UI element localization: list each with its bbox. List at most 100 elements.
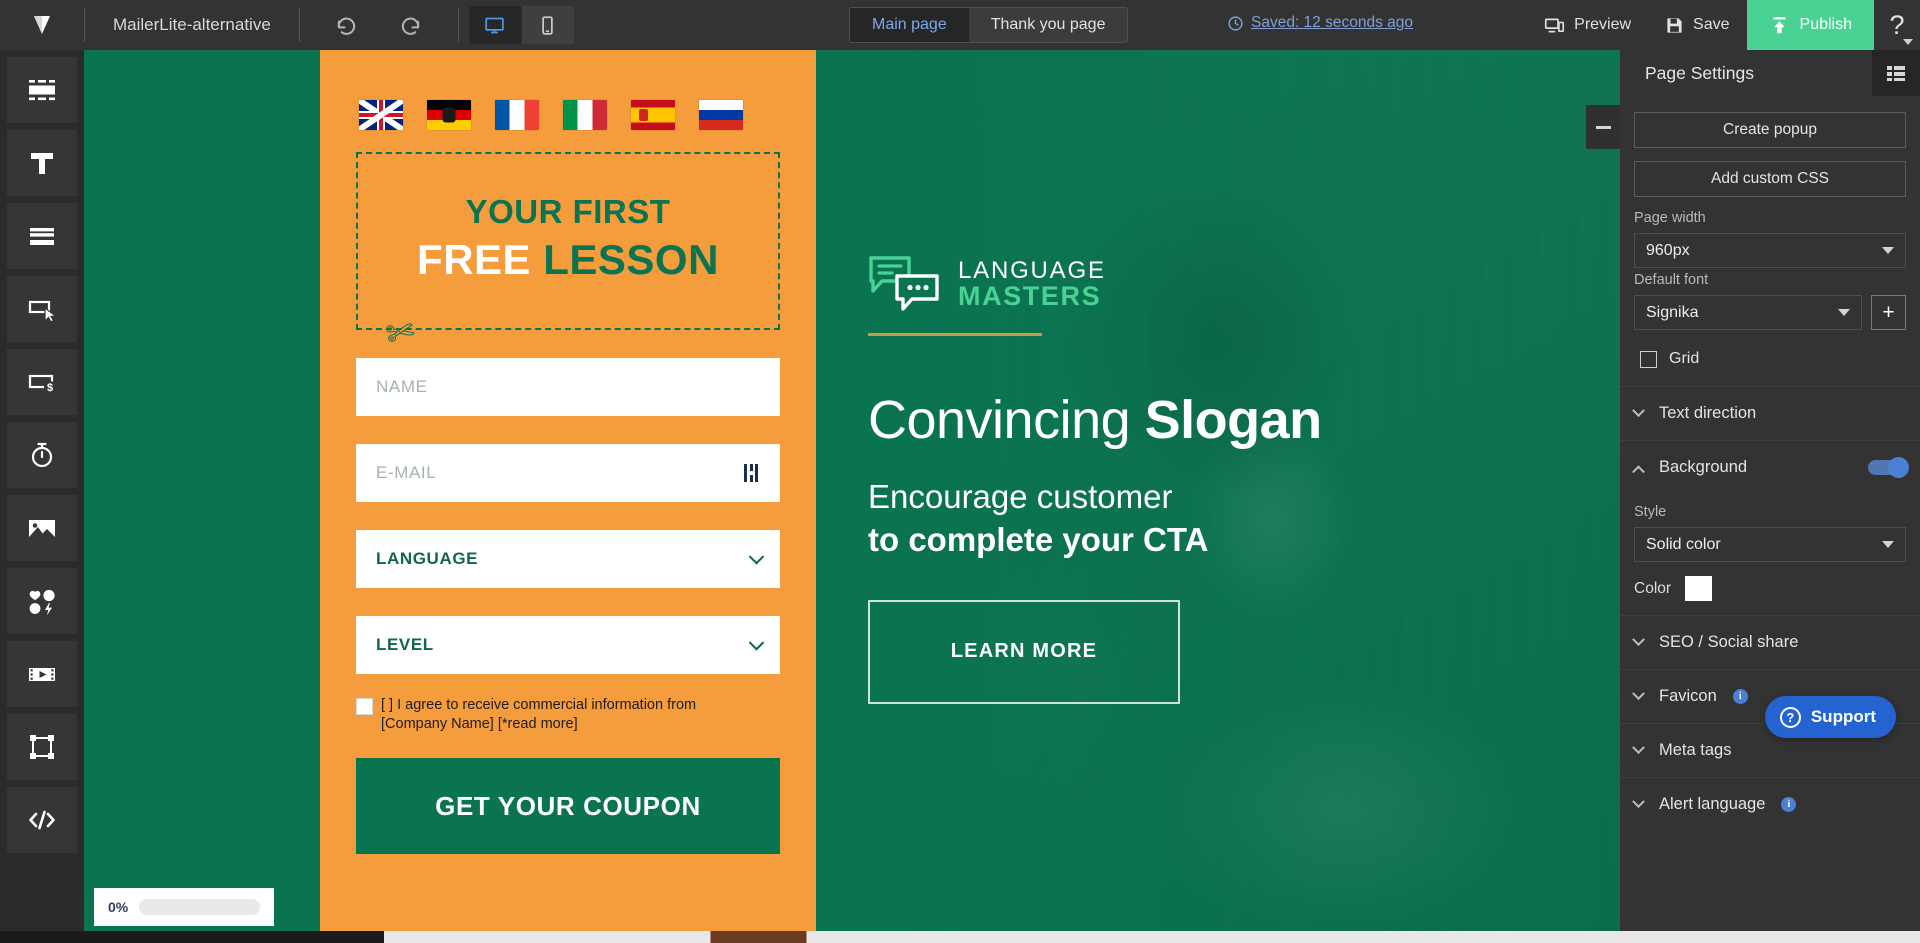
default-font-select[interactable]: Signika: [1634, 295, 1862, 330]
coupon-free-word: FREE: [417, 236, 532, 284]
background-color-swatch[interactable]: [1685, 576, 1713, 601]
page-width-select[interactable]: 960px: [1634, 233, 1906, 268]
save-button[interactable]: Save: [1648, 0, 1746, 50]
name-input[interactable]: NAME: [356, 358, 780, 416]
section-seo-social-share[interactable]: SEO / Social share: [1620, 615, 1920, 669]
window-bottom-strip: [0, 931, 1920, 943]
section-background[interactable]: Background: [1620, 440, 1920, 494]
scissors-icon: ✄: [382, 311, 419, 355]
background-color-label: Color: [1634, 579, 1672, 597]
language-select[interactable]: LANGUAGE: [356, 530, 780, 588]
add-custom-css-button[interactable]: Add custom CSS: [1634, 161, 1906, 197]
svg-text:$: $: [47, 382, 53, 394]
text-t-icon: [31, 153, 53, 174]
stacked-bars-icon: [30, 228, 54, 245]
background-toggle[interactable]: [1868, 457, 1909, 478]
button-cursor-icon: [28, 300, 58, 323]
payment-card-dollar-icon: $: [28, 374, 56, 394]
background-settings: Style Solid color Color: [1620, 494, 1920, 615]
sidebar-item-button[interactable]: [7, 276, 77, 342]
flag-es[interactable]: [631, 100, 675, 130]
chevron-down-icon: [1838, 309, 1850, 316]
support-button[interactable]: ? Support: [1764, 696, 1896, 738]
create-popup-button[interactable]: Create popup: [1634, 112, 1906, 148]
grid-checkbox-label: Grid: [1669, 350, 1700, 367]
help-button[interactable]: ?: [1874, 0, 1920, 50]
mailerlite-logo-icon: [34, 16, 50, 34]
spacer-frame-icon: [30, 735, 54, 759]
info-icon[interactable]: i: [1781, 797, 1797, 812]
section-title: Alert language: [1659, 795, 1766, 813]
layers-toggle-button[interactable]: [1872, 50, 1920, 96]
list-view-icon: [1887, 66, 1905, 81]
sidebar-item-spacer[interactable]: [7, 714, 77, 780]
hero-content: LANGUAGE MASTERS Convincing Slogan Encou…: [868, 50, 1488, 704]
learn-more-button[interactable]: LEARN MORE: [868, 599, 1180, 704]
section-alert-language[interactable]: Alert language i: [1620, 777, 1920, 831]
flag-ru[interactable]: [699, 100, 743, 130]
sidebar-item-form[interactable]: [7, 203, 77, 269]
chevron-down-icon: [1632, 741, 1645, 755]
consent-checkbox[interactable]: [356, 698, 373, 715]
grid-checkbox[interactable]: Grid: [1640, 350, 1906, 368]
section-title: Text direction: [1659, 404, 1757, 422]
preview-label: Preview: [1574, 16, 1632, 33]
brand-line-2: MASTERS: [958, 281, 1102, 312]
hero-subheadline: Encourage customer to complete your CTA: [868, 475, 1488, 562]
app-logo[interactable]: [0, 0, 84, 50]
info-icon[interactable]: i: [1732, 689, 1748, 704]
flag-fr[interactable]: [495, 100, 539, 130]
sidebar-item-html[interactable]: [7, 787, 77, 853]
hero-sub-light: Encourage customer: [868, 477, 1173, 515]
background-style-label: Style: [1634, 504, 1667, 520]
sidebar-item-payment[interactable]: $: [7, 349, 77, 415]
level-select[interactable]: LEVEL: [356, 616, 780, 674]
save-label: Save: [1693, 16, 1730, 33]
minimize-dash-icon: [1595, 125, 1611, 129]
hero-headline: Convincing Slogan: [868, 392, 1488, 449]
background-style-select[interactable]: Solid color: [1634, 527, 1906, 562]
device-mobile-button[interactable]: [521, 6, 575, 44]
upload-arrow-icon: [1772, 16, 1786, 33]
help-label: ?: [1889, 9, 1905, 40]
redo-icon: [402, 17, 420, 35]
chevron-down-icon: [1882, 247, 1894, 254]
page-tabs: Main page Thank you page: [849, 7, 1129, 43]
image-picture-icon: [29, 520, 55, 537]
add-font-button[interactable]: +: [1871, 295, 1906, 330]
hero-column: LANGUAGE MASTERS Convincing Slogan Encou…: [816, 50, 1620, 943]
redo-button[interactable]: [394, 8, 428, 42]
section-text-direction[interactable]: Text direction: [1620, 386, 1920, 440]
consent-text: [ ] I agree to receive commercial inform…: [381, 697, 697, 733]
mobile-icon: [542, 15, 554, 35]
consent-row: [ ] I agree to receive commercial inform…: [356, 696, 780, 734]
coupon-line-2: FREE LESSON: [417, 234, 719, 287]
collapse-panel-button[interactable]: [1586, 105, 1620, 149]
undo-button[interactable]: [330, 8, 364, 42]
sidebar-item-video[interactable]: [7, 641, 77, 707]
coupon-lesson-word: LESSON: [543, 236, 719, 284]
social-hearts-icon: [29, 589, 55, 616]
divider: [457, 8, 459, 42]
sidebar-item-section[interactable]: [7, 57, 77, 123]
tab-thank-you-page[interactable]: Thank you page: [968, 8, 1128, 42]
sidebar-item-image[interactable]: [7, 495, 77, 561]
email-input[interactable]: E-MAIL: [356, 444, 780, 502]
language-flags: [359, 100, 780, 130]
sidebar-item-timer[interactable]: [7, 422, 77, 488]
flag-it[interactable]: [563, 100, 607, 130]
preview-button[interactable]: Preview: [1527, 0, 1648, 50]
sidebar-item-social[interactable]: [7, 568, 77, 634]
flag-de[interactable]: [427, 100, 471, 130]
flag-uk[interactable]: [359, 100, 403, 130]
get-coupon-button[interactable]: GET YOUR COUPON: [356, 758, 780, 855]
chevron-down-icon: [748, 549, 765, 565]
landing-page-preview: YOUR FIRST FREE LESSON ✄ NAME E-MAIL LAN…: [84, 50, 1620, 943]
publish-button[interactable]: Publish: [1746, 0, 1874, 50]
project-title: MailerLite-alternative: [113, 15, 271, 34]
tab-main-page[interactable]: Main page: [850, 8, 969, 42]
saved-status[interactable]: Saved: 12 seconds ago: [1227, 14, 1413, 32]
device-desktop-button[interactable]: [468, 6, 522, 44]
sidebar-item-text[interactable]: [7, 130, 77, 196]
coupon-box: YOUR FIRST FREE LESSON ✄: [356, 152, 780, 355]
